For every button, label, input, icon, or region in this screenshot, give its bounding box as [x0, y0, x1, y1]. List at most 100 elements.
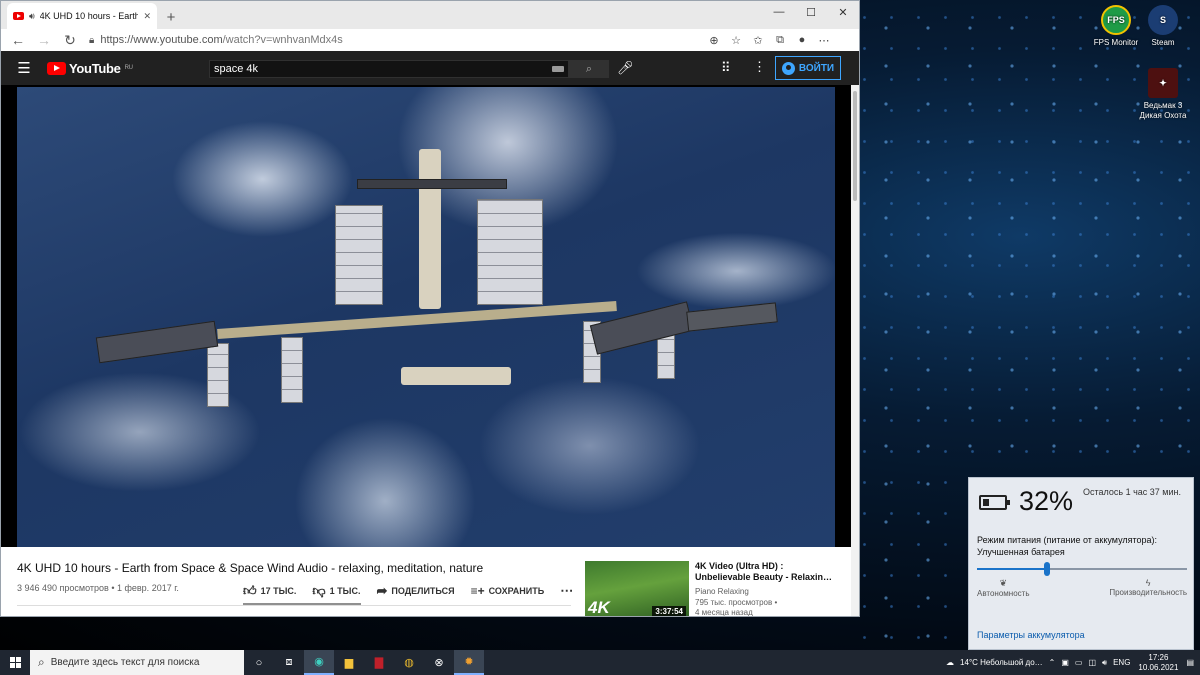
favorite-star-icon[interactable]: ☆ — [725, 34, 747, 47]
favorites-icon[interactable]: ✩ — [747, 34, 769, 47]
windows-logo-icon — [9, 657, 21, 668]
recommended-age: 4 месяца назад — [695, 608, 753, 617]
system-tray: ☁ 14°C Небольшой до… ⌃ ▣ ▭ ◫ 🔊︎ ENG 17:2… — [946, 650, 1200, 675]
search-icon: ⌕ — [585, 63, 593, 75]
iss-truss — [217, 301, 617, 339]
video-title: 4K UHD 10 hours - Earth from Space & Spa… — [17, 561, 484, 575]
edge-icon[interactable]: ◉ — [304, 650, 334, 675]
region-code: RU — [124, 65, 133, 71]
share-button[interactable]: ➦ ПОДЕЛИТЬСЯ — [376, 583, 454, 599]
apps-grid-icon[interactable]: ⠿ — [721, 60, 731, 76]
desktop-icon-witcher3[interactable]: ✦ Ведьмак 3 Дикая Охота — [1132, 68, 1194, 121]
weather-icon[interactable]: ☁ — [946, 658, 954, 667]
fps-monitor-icon: FPS — [1101, 5, 1131, 35]
youtube-logo-text: YouTube — [69, 60, 121, 76]
recommended-meta: Piano Relaxing 795 тыс. просмотров • 4 м… — [695, 587, 777, 617]
recommended-channel[interactable]: Piano Relaxing — [695, 587, 777, 598]
recommended-thumbnail[interactable]: 4K 3:37:54 — [585, 561, 689, 616]
iss-node — [419, 149, 441, 309]
minimize-button[interactable]: — — [763, 1, 795, 23]
signin-button[interactable]: ВОЙТИ — [775, 56, 841, 80]
slider-ends: ❦ Автономность ϟ Производительность — [977, 578, 1187, 598]
profile-avatar-icon[interactable]: ● — [791, 34, 813, 46]
search-button[interactable]: ⌕ — [569, 60, 609, 78]
like-count: 17 ТЫС. — [260, 586, 297, 596]
task-view-icon[interactable]: ⧈ — [274, 650, 304, 675]
video-duration: 3:37:54 — [652, 606, 686, 616]
forward-button[interactable]: → — [31, 32, 57, 48]
lock-icon[interactable]: 🔒︎ — [89, 35, 94, 46]
close-window-button[interactable]: ✕ — [827, 1, 859, 23]
notifications-icon[interactable]: ▤ — [1186, 658, 1194, 667]
search-input[interactable]: space 4k — [209, 60, 569, 78]
battery-settings-link[interactable]: Параметры аккумулятора — [977, 630, 1085, 640]
cortana-icon[interactable]: ○ — [244, 650, 274, 675]
power-mode-slider[interactable] — [977, 562, 1187, 576]
desktop-icon-label: Steam — [1151, 38, 1175, 47]
browser-menu-icon[interactable]: ⋯ — [813, 34, 835, 47]
menu-icon[interactable]: ☰ — [1, 59, 47, 77]
page-scrollbar[interactable] — [851, 85, 859, 616]
save-label: СОХРАНИТЬ — [488, 586, 545, 596]
desktop-icon-steam[interactable]: S Steam — [1132, 5, 1194, 48]
slider-knob[interactable] — [1044, 562, 1050, 576]
battery-saver-label: Автономность — [977, 589, 1030, 598]
address-toolbar: ← → ↻ 🔒︎ https://www.youtube.com/watch?v… — [1, 29, 859, 51]
battery-tray-icon[interactable]: ▭ — [1075, 658, 1083, 667]
start-button[interactable] — [0, 650, 30, 675]
tab-strip: 🔊︎ 4K UHD 10 hours - Earth fr ✕ + — ☐ ✕ — [1, 1, 859, 29]
weather-text[interactable]: 14°C Небольшой до… — [960, 658, 1043, 667]
like-button[interactable]: 👍︎ 17 ТЫС. — [243, 583, 296, 599]
lightning-icon: ϟ — [1145, 578, 1151, 588]
battery-percent: 32% — [1019, 486, 1074, 516]
desktop-icon-label: Ведьмак 3 Дикая Охота — [1139, 101, 1187, 120]
xbox-icon[interactable]: ⊗ — [424, 650, 454, 675]
divider — [17, 605, 571, 606]
keyboard-icon[interactable] — [552, 66, 564, 72]
tray-overflow-icon[interactable]: ⌃ — [1049, 658, 1056, 667]
taskbar-search[interactable]: ⌕ Введите здесь текст для поиска — [30, 650, 244, 675]
iss-solar-array — [95, 320, 219, 364]
more-options-icon[interactable]: ⋮ — [753, 59, 766, 75]
site-permissions-icon[interactable]: ⊕ — [703, 34, 725, 47]
url-field[interactable]: 🔒︎ https://www.youtube.com/watch?v=wnhva… — [83, 31, 703, 49]
search-icon: ⌕ — [38, 655, 45, 669]
video-player[interactable] — [17, 87, 835, 547]
collections-icon[interactable]: ⧉ — [769, 34, 791, 47]
thumbs-down-icon: 👎︎ — [312, 583, 326, 598]
youtube-logo[interactable]: YouTube RU — [47, 61, 133, 76]
speaker-icon[interactable]: 🔊︎ — [29, 11, 35, 22]
new-tab-button[interactable]: + — [159, 5, 183, 29]
file-explorer-icon[interactable]: ▆ — [334, 650, 364, 675]
performance-label: Производительность — [1109, 588, 1187, 597]
clock[interactable]: 17:26 10.06.2021 — [1136, 653, 1180, 673]
volume-icon[interactable]: 🔊︎ — [1102, 658, 1107, 668]
language-indicator[interactable]: ENG — [1113, 658, 1130, 667]
recommended-title[interactable]: 4K Video (Ultra HD) : Unbelievable Beaut… — [695, 561, 835, 583]
network-icon[interactable]: ◫ — [1088, 658, 1096, 667]
maximize-button[interactable]: ☐ — [795, 1, 827, 23]
save-button[interactable]: ≡+ СОХРАНИТЬ — [471, 583, 545, 599]
dislike-count: 1 ТЫС. — [329, 586, 361, 596]
youtube-favicon-icon — [13, 12, 24, 20]
iss-solar-panel — [281, 337, 303, 403]
youtube-header: ☰ YouTube RU space 4k ⌕ 🎤︎ ⠿ ⋮ ВОЙТИ — [1, 51, 859, 85]
window-controls: — ☐ ✕ — [763, 1, 859, 23]
chrome-icon[interactable]: ◍ — [394, 650, 424, 675]
dislike-button[interactable]: 👎︎ 1 ТЫС. — [312, 583, 360, 599]
settings-gear-icon[interactable]: ✹ — [454, 650, 484, 675]
back-button[interactable]: ← — [5, 32, 31, 48]
microphone-icon[interactable]: 🎤︎ — [617, 60, 634, 76]
browser-tab-active[interactable]: 🔊︎ 4K UHD 10 hours - Earth fr ✕ — [7, 3, 157, 29]
more-actions-icon[interactable]: ⋯ — [560, 583, 573, 599]
tray-app-icon[interactable]: ▣ — [1061, 658, 1069, 667]
youtube-play-icon — [47, 61, 66, 75]
scrollbar-thumb[interactable] — [853, 91, 857, 201]
tab-close-icon[interactable]: ✕ — [143, 11, 151, 22]
iss-solar-panel — [477, 199, 543, 305]
app-red-icon[interactable]: ▇ — [364, 650, 394, 675]
search-query: space 4k — [214, 63, 259, 75]
share-label: ПОДЕЛИТЬСЯ — [391, 586, 455, 596]
refresh-button[interactable]: ↻ — [57, 32, 83, 49]
signin-label: ВОЙТИ — [798, 62, 835, 74]
